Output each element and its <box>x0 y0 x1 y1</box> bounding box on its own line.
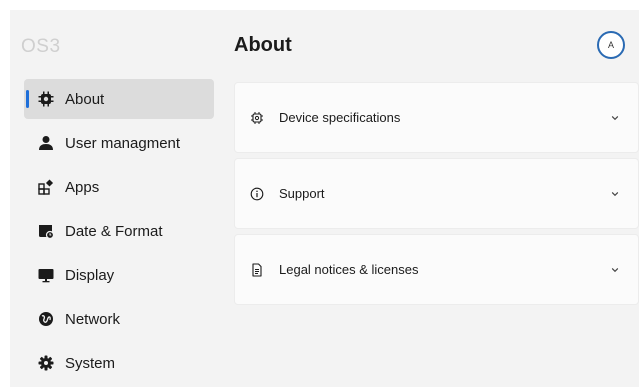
section-label: Legal notices & licenses <box>279 262 419 277</box>
chevron-down-icon[interactable] <box>610 113 620 123</box>
sidebar-item-label: Apps <box>65 178 100 196</box>
section-label: Device specifications <box>279 110 401 125</box>
chevron-down-icon[interactable] <box>610 265 620 275</box>
sidebar-item-date-format[interactable]: Date & Format <box>24 211 214 251</box>
section-support[interactable]: Support <box>234 158 639 229</box>
user-avatar[interactable]: A <box>597 31 625 59</box>
page-title: About <box>234 34 292 56</box>
chevron-down-icon[interactable] <box>610 189 620 199</box>
globe-icon <box>38 311 54 327</box>
sidebar-item-apps[interactable]: Apps <box>24 167 214 207</box>
chip-outline-icon <box>250 111 264 125</box>
section-device-specifications[interactable]: Device specifications <box>234 82 639 153</box>
sidebar-item-label: About <box>65 90 105 108</box>
sidebar-item-about[interactable]: About <box>24 79 214 119</box>
sidebar-item-label: User managment <box>65 134 181 152</box>
user-icon <box>38 135 54 151</box>
about-sections: Device specifications Support Legal noti… <box>234 82 639 310</box>
brand-logo: OS3 <box>21 36 61 57</box>
apps-icon <box>38 179 54 195</box>
sidebar-nav: About User managment Apps Date & Format … <box>24 79 214 387</box>
sidebar-item-system[interactable]: System <box>24 343 214 383</box>
sidebar-item-label: System <box>65 354 116 372</box>
section-legal-notices[interactable]: Legal notices & licenses <box>234 234 639 305</box>
calendar-icon <box>38 223 54 239</box>
sidebar-item-display[interactable]: Display <box>24 255 214 295</box>
section-label: Support <box>279 186 325 201</box>
sidebar-item-network[interactable]: Network <box>24 299 214 339</box>
info-icon <box>250 187 264 201</box>
sidebar-item-user-management[interactable]: User managment <box>24 123 214 163</box>
settings-window: OS3 About User managment Apps Date & For… <box>10 10 639 387</box>
document-icon <box>250 262 264 277</box>
sidebar-item-label: Display <box>65 266 115 284</box>
sidebar-item-label: Date & Format <box>65 222 163 240</box>
gear-icon <box>38 355 54 371</box>
sidebar: OS3 About User managment Apps Date & For… <box>10 10 224 387</box>
sidebar-item-label: Network <box>65 310 121 328</box>
main-content: About A Device specifications Support Le… <box>224 10 639 387</box>
active-indicator <box>26 90 29 108</box>
monitor-icon <box>38 267 54 283</box>
chip-icon <box>38 91 54 107</box>
